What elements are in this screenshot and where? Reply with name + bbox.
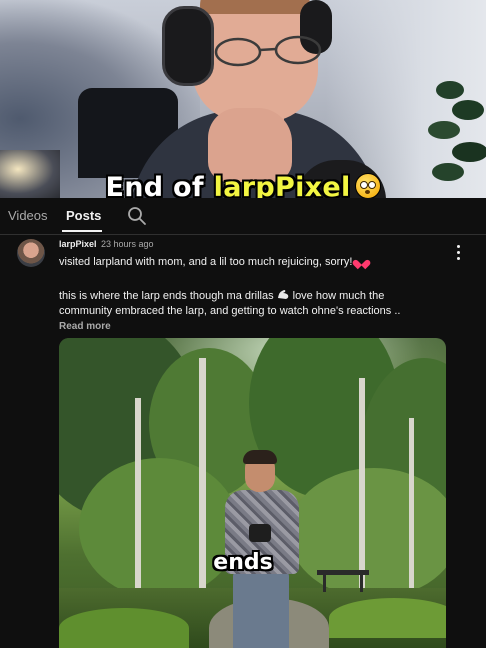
streamer-hair	[200, 0, 310, 14]
pink-heart-icon	[356, 256, 367, 266]
tab-posts[interactable]: Posts	[66, 208, 101, 223]
post-line-2a: this is where the larp ends though ma dr…	[59, 290, 274, 302]
binoculars	[249, 524, 271, 542]
streamer-hand	[208, 108, 292, 182]
birch-trunk	[409, 418, 414, 608]
post-time[interactable]: 23 hours ago	[101, 239, 154, 249]
glasses	[214, 35, 322, 67]
flushed-face-emoji-icon	[354, 173, 381, 199]
person-hair	[243, 450, 277, 464]
post-text-line-2: this is where the larp ends though ma dr…	[59, 289, 384, 302]
tab-videos[interactable]: Videos	[8, 208, 48, 223]
post-author[interactable]: larpPixel	[59, 239, 97, 249]
fern	[329, 598, 446, 638]
post-text-line-3: community embraced the larp, and getting…	[59, 305, 401, 317]
fern	[59, 608, 189, 648]
author-avatar[interactable]	[17, 239, 45, 267]
headphones-left	[162, 6, 214, 86]
birch-trunk	[135, 398, 141, 618]
tabs-divider	[0, 234, 486, 235]
webcam-video	[0, 0, 486, 198]
tree-foliage	[79, 458, 239, 598]
bottom-caption: ends	[213, 550, 273, 575]
channel-tabs: Videos Posts	[0, 198, 486, 233]
post-line-2b: love how much the	[292, 290, 385, 302]
post-image[interactable]	[59, 338, 446, 648]
flexed-biceps-icon	[277, 290, 288, 299]
read-more-link[interactable]: Read more	[59, 321, 111, 332]
active-tab-indicator	[62, 230, 102, 232]
post-line-1: visited larpland with mom, and a lil too…	[59, 256, 353, 268]
more-options-icon[interactable]	[453, 245, 463, 261]
post-text-line-1: visited larpland with mom, and a lil too…	[59, 256, 367, 268]
search-icon[interactable]	[127, 206, 147, 226]
jeans	[233, 572, 289, 648]
